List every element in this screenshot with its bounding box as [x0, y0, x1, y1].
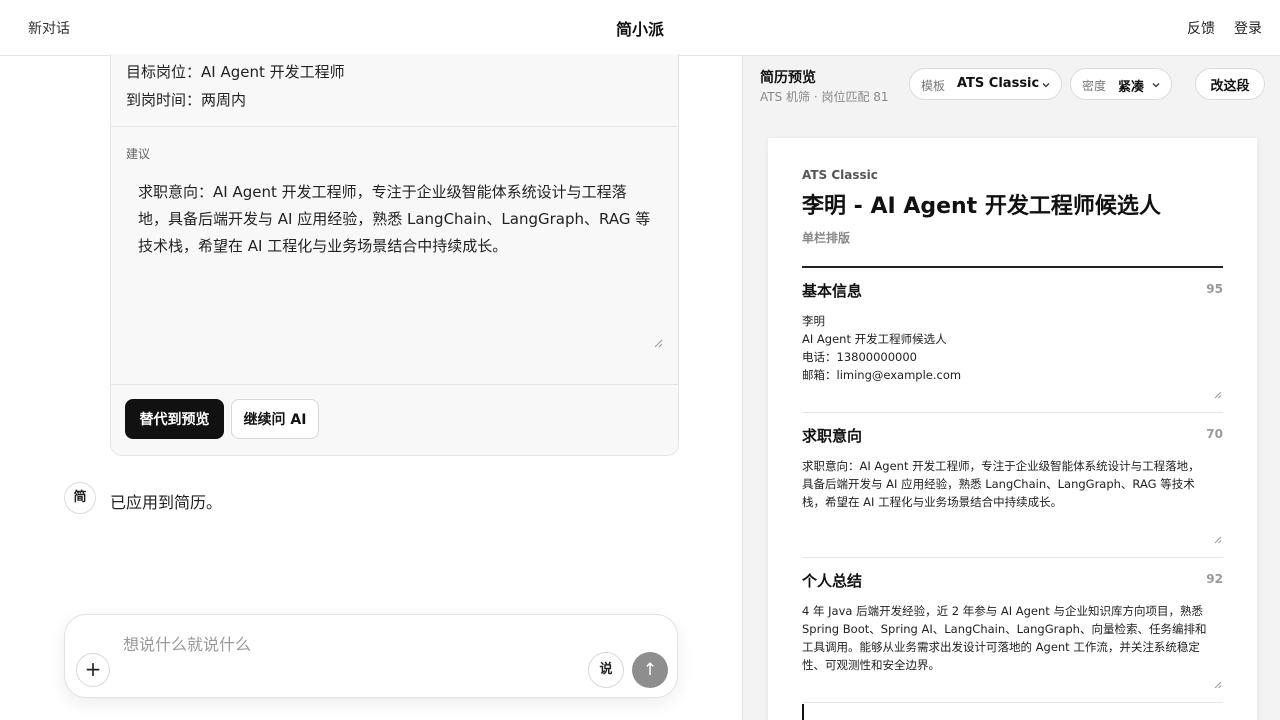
- replace-to-preview-button[interactable]: 替代到预览: [125, 399, 224, 439]
- section-body: 求职意向：AI Agent 开发工程师，专注于企业级智能体系统设计与工程落地， …: [802, 457, 1223, 511]
- section-body: 4 年 Java 后端开发经验，近 2 年参与 AI Agent 与企业知识库方…: [802, 602, 1223, 674]
- assistant-avatar: 简: [64, 482, 96, 514]
- send-button[interactable]: ↑: [632, 652, 668, 688]
- resume-preview-panel: 简历预览 ATS 机筛 · 岗位匹配 81 模板 ATS Classic 密度 …: [742, 56, 1280, 720]
- composer: + 说 ↑: [64, 614, 678, 698]
- arrival-time: 到岗时间：两周内: [126, 91, 247, 109]
- section-score: 95: [1206, 282, 1223, 296]
- resume-template-name: ATS Classic: [802, 168, 878, 182]
- voice-input-button[interactable]: 说: [588, 652, 624, 688]
- section-line: 4 年 Java 后端开发经验，近 2 年参与 AI Agent 与企业知识库方…: [802, 604, 1203, 618]
- card-context: 目标岗位：AI Agent 开发工程师 到岗时间：两周内: [111, 54, 678, 127]
- card-actions: 替代到预览 继续问 AI: [111, 384, 678, 455]
- section-line: 具备后端开发与 AI 应用经验，熟悉 LangChain、LangGraph、R…: [802, 477, 1195, 491]
- density-select[interactable]: 密度 紧凑: [1070, 68, 1172, 100]
- preview-title: 简历预览: [760, 70, 816, 86]
- resize-grip-icon[interactable]: [1214, 681, 1222, 689]
- section-line: 栈，希望在 AI 工程化与业务场景结合中持续成长。: [802, 495, 1063, 509]
- section-line: 邮箱：liming@example.com: [802, 368, 962, 382]
- template-label: 模板: [921, 79, 946, 93]
- resize-grip-icon[interactable]: [1214, 391, 1222, 399]
- login-link[interactable]: 登录: [1234, 18, 1262, 38]
- density-value: 紧凑: [1118, 80, 1145, 95]
- chevron-down-icon: [1152, 83, 1160, 88]
- preview-subtitle: ATS 机筛 · 岗位匹配 81: [760, 90, 889, 104]
- section-score: 70: [1206, 427, 1223, 441]
- section-line: 李明: [802, 314, 825, 328]
- resize-grip-icon[interactable]: [654, 339, 663, 348]
- resume-section-summary[interactable]: 个人总结 92 4 年 Java 后端开发经验，近 2 年参与 AI Agent…: [802, 558, 1223, 703]
- app-title: 简小派: [615, 20, 664, 39]
- section-body: 李明 AI Agent 开发工程师候选人 电话：13800000000 邮箱：l…: [802, 312, 1223, 384]
- new-chat-button[interactable]: 新对话: [28, 18, 70, 38]
- section-line: AI Agent 开发工程师候选人: [802, 332, 947, 346]
- assistant-message: 已应用到简历。: [110, 493, 223, 512]
- edit-section-button[interactable]: 改这段: [1195, 68, 1265, 100]
- density-label: 密度: [1082, 79, 1107, 93]
- section-score: 92: [1206, 572, 1223, 586]
- resume-section-basic-info[interactable]: 基本信息 95 李明 AI Agent 开发工程师候选人 电话：13800000…: [802, 268, 1223, 413]
- resume-headline: 李明 - AI Agent 开发工程师候选人: [802, 194, 1161, 219]
- chat-area: 目标岗位：AI Agent 开发工程师 到岗时间：两周内 建议 求职意向：AI …: [0, 54, 742, 720]
- text-cursor: [802, 704, 804, 720]
- template-select[interactable]: 模板 ATS Classic: [909, 68, 1062, 100]
- message-input[interactable]: [123, 629, 563, 659]
- ask-ai-button[interactable]: 继续问 AI: [231, 399, 319, 439]
- resume-paper: ATS Classic 李明 - AI Agent 开发工程师候选人 单栏排版 …: [768, 138, 1257, 720]
- section-title: 求职意向: [802, 427, 863, 445]
- resume-layout: 单栏排版: [802, 231, 851, 245]
- section-line: 工具调用。能够从业务需求出发设计可落地的 Agent 工作流，并关注系统稳定: [802, 640, 1200, 654]
- section-line: Spring Boot、Spring AI、LangChain、LangGrap…: [802, 622, 1207, 636]
- section-title: 基本信息: [802, 282, 863, 300]
- section-line: 性、可观测性和安全边界。: [802, 658, 940, 672]
- resume-section-job-intention[interactable]: 求职意向 70 求职意向：AI Agent 开发工程师，专注于企业级智能体系统设…: [802, 413, 1223, 558]
- template-value: ATS Classic: [957, 76, 1040, 91]
- chevron-down-icon: [1042, 83, 1050, 88]
- top-bar: 新对话 简小派 反馈 登录: [0, 0, 1280, 56]
- target-position: 目标岗位：AI Agent 开发工程师: [126, 63, 345, 81]
- suggestion-card: 目标岗位：AI Agent 开发工程师 到岗时间：两周内 建议 求职意向：AI …: [110, 54, 679, 456]
- suggestion-textarea[interactable]: 求职意向：AI Agent 开发工程师，专注于企业级智能体系统设计与工程落地，具…: [126, 167, 664, 351]
- add-attachment-button[interactable]: +: [76, 653, 110, 687]
- suggestion-label: 建议: [126, 147, 151, 161]
- feedback-link[interactable]: 反馈: [1187, 18, 1215, 38]
- resize-grip-icon[interactable]: [1214, 536, 1222, 544]
- section-line: 求职意向：AI Agent 开发工程师，专注于企业级智能体系统设计与工程落地，: [802, 459, 1200, 473]
- section-title: 个人总结: [802, 572, 863, 590]
- section-line: 电话：13800000000: [802, 350, 917, 364]
